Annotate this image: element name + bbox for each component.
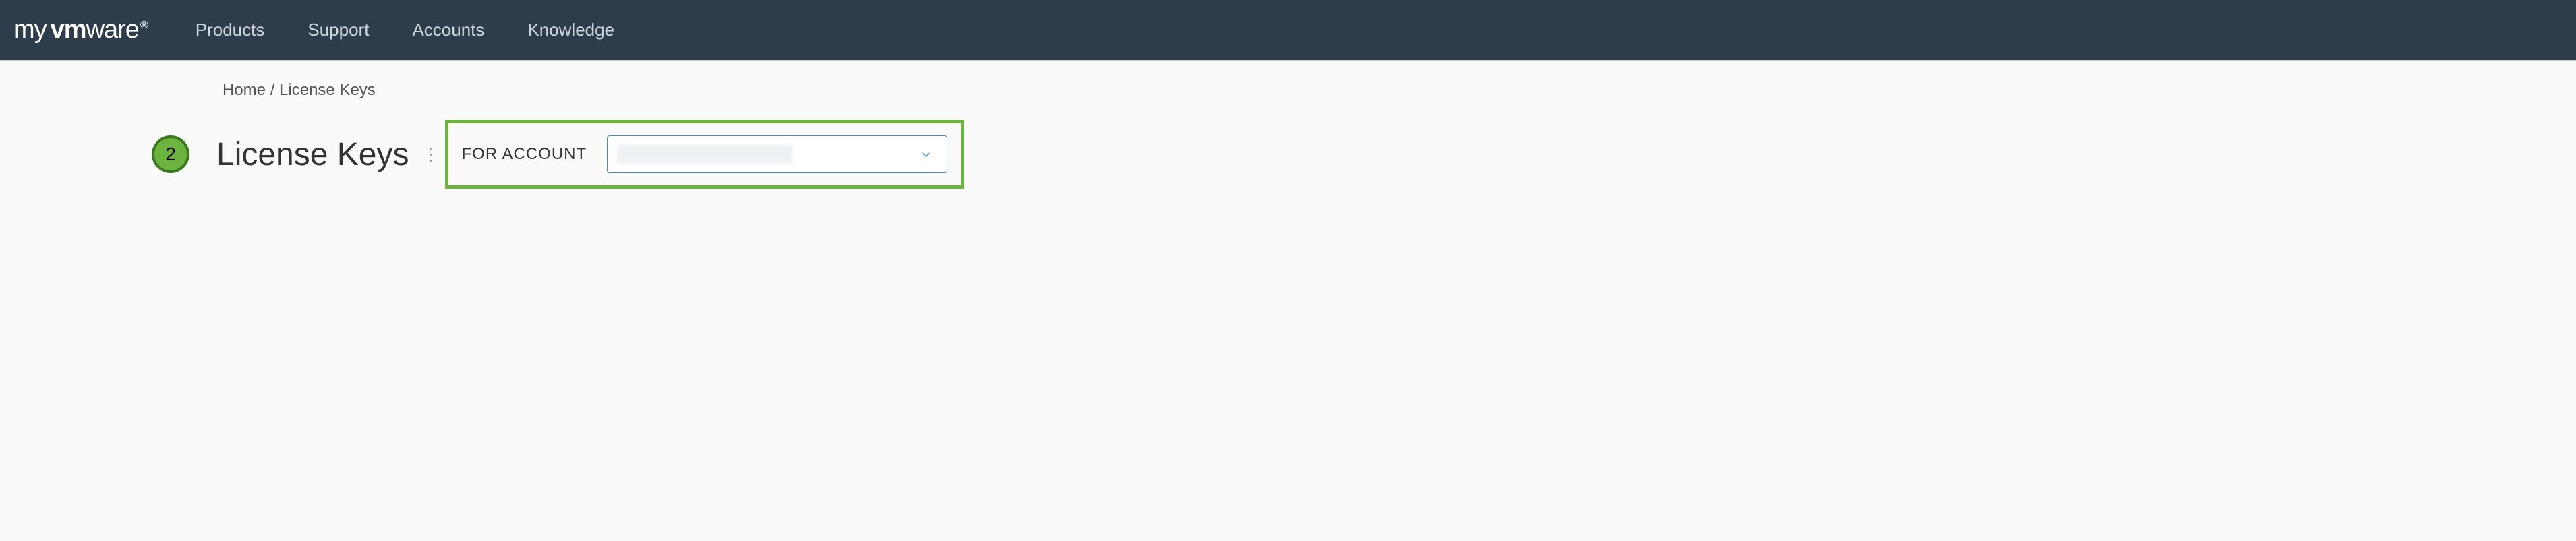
main-content: Home / License Keys 2 License Keys FOR A… (0, 61, 2576, 541)
brand-logo[interactable]: my vmware® (13, 15, 167, 44)
nav-knowledge[interactable]: Knowledge (506, 20, 636, 40)
account-select[interactable] (607, 135, 947, 173)
breadcrumb: Home / License Keys (0, 81, 2576, 120)
account-selected-value (617, 145, 792, 164)
step-number: 2 (165, 144, 176, 165)
for-account-label: FOR ACCOUNT (462, 145, 587, 164)
breadcrumb-home[interactable]: Home (223, 81, 266, 99)
nav-accounts[interactable]: Accounts (390, 20, 506, 40)
top-nav: Products Support Accounts Knowledge (174, 20, 636, 40)
breadcrumb-current: License Keys (279, 81, 376, 99)
nav-products[interactable]: Products (174, 20, 287, 40)
brand-name: vmware® (51, 15, 148, 44)
chevron-down-icon (921, 150, 931, 159)
nav-support[interactable]: Support (286, 20, 390, 40)
account-highlight-box: FOR ACCOUNT (445, 120, 964, 189)
top-header: my vmware® Products Support Accounts Kno… (0, 0, 2576, 61)
vertical-dots-icon (430, 148, 432, 162)
breadcrumb-sep: / (266, 81, 279, 99)
title-row: 2 License Keys FOR ACCOUNT (0, 120, 2576, 189)
step-badge: 2 (152, 135, 189, 173)
page-title: License Keys (216, 136, 409, 173)
brand-prefix: my (13, 15, 47, 44)
